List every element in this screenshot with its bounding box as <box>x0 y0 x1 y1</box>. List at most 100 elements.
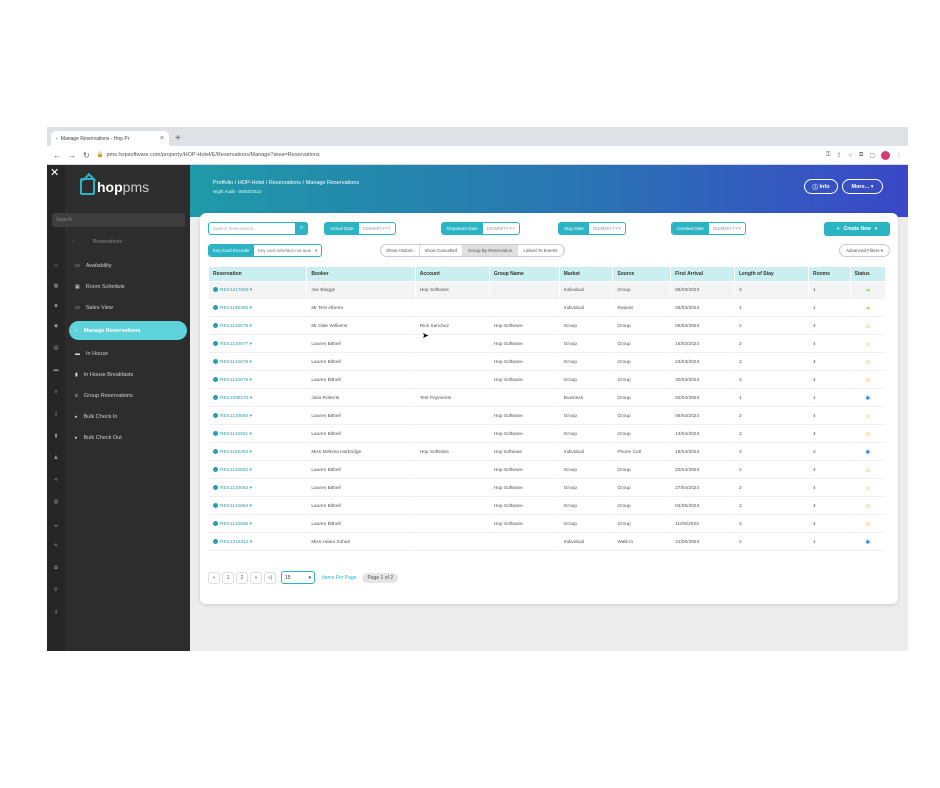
page-last-button[interactable]: »| <box>264 571 276 584</box>
table-row[interactable]: RES1217683 ▾ Joe Bloggs Hop Software Indivi… <box>209 282 885 299</box>
reservation-link[interactable]: RES1217683 ▾ <box>209 282 307 299</box>
toggle-show-historic[interactable]: Show Historic <box>381 245 420 256</box>
col-length-of-stay[interactable]: Length of Stay <box>734 267 808 281</box>
rail-tag-icon[interactable]: ◆ <box>47 323 65 329</box>
page-next-button[interactable]: » <box>250 571 262 584</box>
reservation-link[interactable]: RES1134678 ▾ <box>209 354 307 371</box>
reservation-info-icon[interactable] <box>213 467 218 473</box>
reservation-link[interactable]: RES1190365 ▾ <box>209 300 307 317</box>
rail-doc-icon[interactable]: ▯ <box>47 411 65 417</box>
page-1-button[interactable]: 1 <box>222 571 234 584</box>
arrival-date-input[interactable]: DD/MM/YYYY <box>359 226 396 231</box>
reservation-link[interactable]: RES1134685 ▾ <box>209 516 307 533</box>
reservation-number[interactable]: RES1190365 <box>220 306 248 311</box>
extensions-icon[interactable]: ⧉ <box>859 152 863 159</box>
rail-settings-icon[interactable]: ✿ <box>47 565 65 571</box>
chevron-down-icon[interactable]: ▾ <box>248 450 252 455</box>
table-row[interactable]: RES1134678 ▾ Lauren Bithell Hop Software Gr… <box>209 354 885 371</box>
close-menu-icon[interactable]: ✕ <box>50 166 59 179</box>
chevron-down-icon[interactable]: ▾ <box>249 396 252 401</box>
reservation-link[interactable]: RES1216212 ▾ <box>209 534 307 551</box>
sidebar-item-bulk-check-in[interactable]: ▸ Bulk Check In <box>75 411 117 423</box>
rail-chart-icon[interactable]: ▮ <box>47 433 65 439</box>
rail-grid-icon[interactable]: ▦ <box>47 283 65 289</box>
toggle-linked-to-events[interactable]: Linked To Events <box>518 245 564 256</box>
table-row[interactable]: RES1134676 ▾ Mr Dale Williams Rick Sanchez… <box>209 318 885 335</box>
sidebar-back[interactable]: ‹ Reservations <box>73 239 122 245</box>
chevron-down-icon[interactable]: ▾ <box>248 342 252 347</box>
created-date-input[interactable]: DD/MM/YYYY <box>709 226 746 231</box>
items-per-page-select[interactable]: 15 ▾ <box>281 571 315 584</box>
sidebar-item-sales-view[interactable]: ▭ Sales View <box>75 302 113 314</box>
create-new-button[interactable]: + Create New ▾ <box>824 222 890 236</box>
profile-avatar[interactable] <box>881 150 890 160</box>
search-icon[interactable]: ⌕ <box>295 222 308 235</box>
chevron-down-icon[interactable]: ▾ <box>248 414 252 419</box>
chevron-down-icon[interactable]: ▾ <box>249 540 252 545</box>
reservation-info-icon[interactable] <box>213 503 218 509</box>
reservation-info-icon[interactable] <box>213 323 218 329</box>
reservation-link[interactable]: RES1134682 ▾ <box>209 462 307 479</box>
col-source[interactable]: Source <box>613 267 671 281</box>
rail-tools-icon[interactable]: ✎ <box>47 543 65 549</box>
rail-card-icon[interactable]: ▤ <box>47 345 65 351</box>
sidebar-item-in-house-breakfasts[interactable]: ▮ In House Breakfasts <box>75 369 133 381</box>
rail-key-icon[interactable]: ⚷ <box>47 609 65 615</box>
page-2-button[interactable]: 2 <box>236 571 248 584</box>
departure-date-filter[interactable]: Departure Date DD/MM/YYYY <box>441 222 521 235</box>
stay-date-input[interactable]: DD/MM/YYYY <box>589 226 626 231</box>
rail-person-icon[interactable]: ♟ <box>47 455 65 461</box>
reservation-link[interactable]: RES1098179 ▾ <box>209 390 307 407</box>
reservation-link[interactable]: RES1134677 ▾ <box>209 336 307 353</box>
table-row[interactable]: RES1134679 ▾ Lauren Bithell Hop Software Gr… <box>209 372 885 389</box>
reservation-number[interactable]: RES1134680 <box>220 414 248 419</box>
reservation-info-icon[interactable] <box>213 341 218 347</box>
search-reservations-input[interactable]: Search reservations... <box>208 222 308 235</box>
sidebar-item-in-house[interactable]: ▬ In House <box>75 348 108 360</box>
sidebar-item-group-reservations[interactable]: ≡ Group Reservations <box>75 390 133 402</box>
key-icon[interactable]: ⚿ <box>826 152 831 159</box>
chevron-down-icon[interactable]: ▾ <box>248 360 252 365</box>
sidebar-search-input[interactable]: Search <box>52 213 185 227</box>
reservation-number[interactable]: RES1134676 <box>220 324 248 329</box>
col-reservation[interactable]: Reservation <box>209 267 307 281</box>
table-row[interactable]: RES1134685 ▾ Lauren Bithell Hop Software Gr… <box>209 516 885 533</box>
reservation-number[interactable]: RES1150283 <box>220 450 248 455</box>
table-row[interactable]: RES1134680 ▾ Lauren Bithell Hop Software Gr… <box>209 408 885 425</box>
reload-icon[interactable]: ↻ <box>83 151 90 160</box>
page-first-button[interactable]: « <box>208 571 220 584</box>
reservation-info-icon[interactable] <box>213 413 218 419</box>
forward-icon[interactable]: → <box>68 151 76 160</box>
reservation-link[interactable]: RES1134679 ▾ <box>209 372 307 389</box>
reservation-number[interactable]: RES1134685 <box>220 522 248 527</box>
reservation-number[interactable]: RES1098179 <box>220 396 249 401</box>
rail-calendar-icon[interactable]: ▭ <box>47 263 65 269</box>
reservation-number[interactable]: RES1134679 <box>220 378 248 383</box>
chevron-down-icon[interactable]: ▾ <box>249 288 252 293</box>
table-row[interactable]: RES1134683 ▾ Lauren Bithell Hop Software Gr… <box>209 480 885 497</box>
rail-pin-icon[interactable]: ⚲ <box>47 587 65 593</box>
reservation-info-icon[interactable] <box>213 305 218 311</box>
col-booker[interactable]: Booker <box>307 267 415 281</box>
rail-list-icon[interactable]: ≡ <box>47 389 65 395</box>
chevron-down-icon[interactable]: ▾ <box>248 522 252 527</box>
sidebar-item-manage-reservations[interactable]: ≡ Manage Reservations <box>69 321 187 340</box>
sidebar-item-availability[interactable]: ▭ Availability <box>75 260 112 272</box>
reservation-number[interactable]: RES1217683 <box>220 288 249 293</box>
col-first-arrival[interactable]: First Arrival <box>671 267 734 281</box>
reservation-number[interactable]: RES1134684 <box>220 504 248 509</box>
rail-share-icon[interactable]: ⋖ <box>47 477 65 483</box>
rail-bed-icon[interactable]: ▬ <box>47 367 65 373</box>
reservation-number[interactable]: RES1134677 <box>220 342 248 347</box>
reservation-info-icon[interactable] <box>213 287 218 293</box>
arrival-date-filter[interactable]: Arrival Date DD/MM/YYYY <box>324 222 397 235</box>
chevron-down-icon[interactable]: ▾ <box>248 432 252 437</box>
table-row[interactable]: RES1134681 ▾ Lauren Bithell Hop Software Gr… <box>209 426 885 443</box>
stay-date-filter[interactable]: Stay Date DD/MM/YYYY <box>558 222 627 235</box>
toggle-show-cancelled[interactable]: Show Cancelled <box>420 245 464 256</box>
reservation-number[interactable]: RES1134683 <box>220 486 248 491</box>
reservation-link[interactable]: RES1134683 ▾ <box>209 480 307 497</box>
reservation-info-icon[interactable] <box>213 359 218 365</box>
reservation-number[interactable]: RES1134682 <box>220 468 248 473</box>
reservation-info-icon[interactable] <box>213 431 218 437</box>
